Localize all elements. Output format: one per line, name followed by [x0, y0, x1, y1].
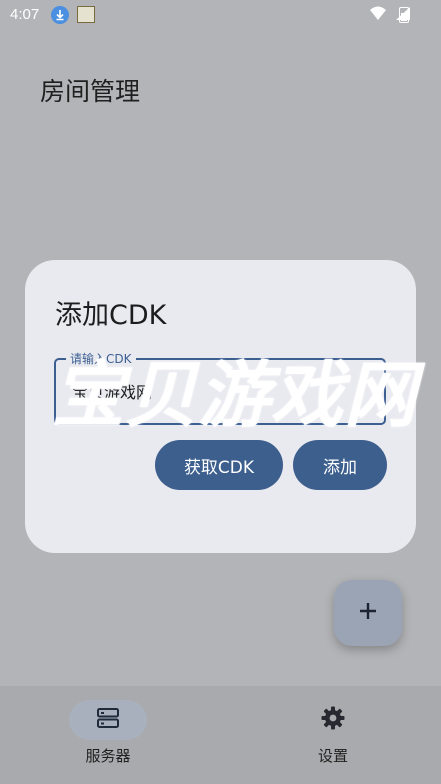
nav-selected-indicator — [69, 700, 147, 740]
download-icon — [51, 6, 69, 24]
add-cdk-dialog: 添加CDK 请输入CDK 获取CDK 添加 — [25, 260, 416, 553]
page-title: 房间管理 — [40, 77, 141, 106]
nav-label-servers: 服务器 — [85, 747, 131, 765]
app-notification-icon — [77, 6, 95, 23]
nav-item-servers[interactable]: 服务器 — [48, 700, 168, 770]
nav-item-settings[interactable]: 设置 — [273, 700, 393, 770]
plus-icon — [358, 601, 378, 625]
add-fab-button[interactable] — [334, 580, 402, 646]
battery-icon — [399, 7, 409, 23]
nav-settings-iconbox — [294, 700, 372, 740]
status-bar: 4:07 — [0, 0, 441, 30]
add-button[interactable]: 添加 — [293, 440, 387, 490]
dialog-title: 添加CDK — [55, 300, 167, 331]
cdk-input[interactable] — [70, 380, 374, 401]
status-time: 4:07 — [10, 6, 40, 23]
get-cdk-button[interactable]: 获取CDK — [155, 440, 283, 490]
server-icon — [96, 707, 120, 733]
nav-label-settings: 设置 — [317, 747, 348, 765]
bottom-nav: 服务器 设置 — [0, 686, 441, 784]
cdk-field[interactable]: 请输入CDK — [54, 350, 386, 425]
wifi-icon — [369, 6, 387, 25]
gear-icon — [320, 705, 346, 735]
cdk-field-label: 请输入CDK — [66, 350, 136, 367]
